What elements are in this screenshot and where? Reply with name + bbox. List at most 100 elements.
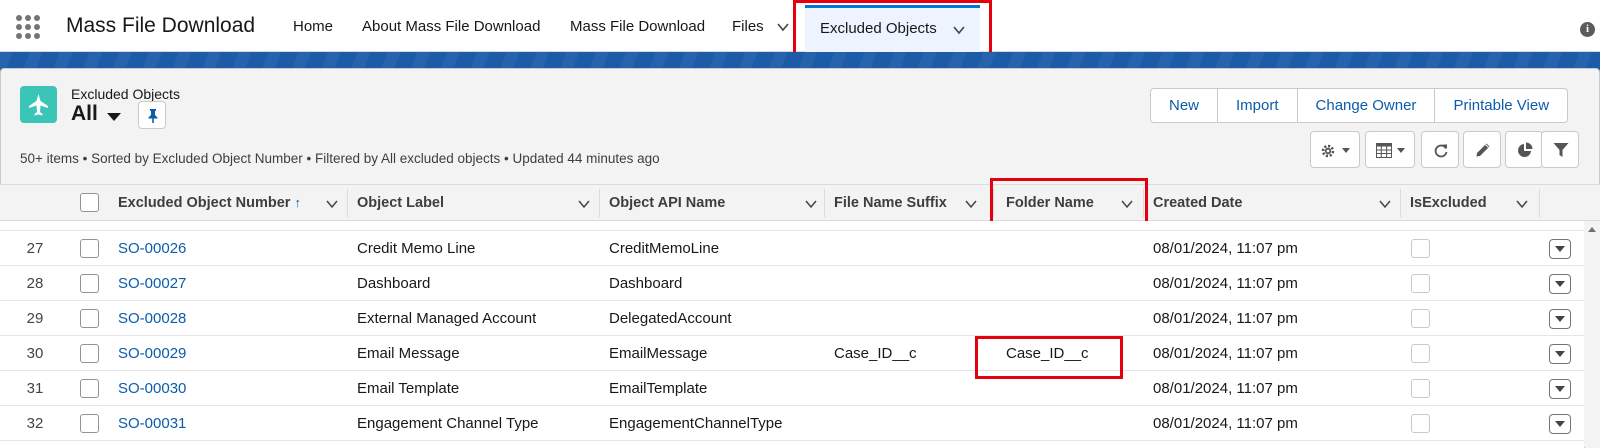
created-date-cell: 08/01/2024, 11:07 pm bbox=[1153, 380, 1298, 397]
row-select-checkbox[interactable] bbox=[80, 309, 99, 328]
object-api-name-cell: Dashboard bbox=[609, 275, 683, 292]
pin-icon bbox=[148, 109, 158, 123]
object-api-name-cell: EmailMessage bbox=[609, 345, 708, 362]
column-divider[interactable] bbox=[347, 189, 348, 217]
nav-item-mass-file-download[interactable]: Mass File Download bbox=[570, 0, 705, 52]
refresh-icon bbox=[1434, 144, 1448, 158]
row-number: 29 bbox=[26, 310, 44, 327]
new-button[interactable]: New bbox=[1151, 89, 1219, 122]
object-label-cell: Credit Memo Invoice Applicati... bbox=[357, 221, 592, 231]
table-row: 32 SO-00031 Engagement Channel Type Enga… bbox=[0, 406, 1584, 441]
change-owner-button[interactable]: Change Owner bbox=[1298, 89, 1436, 122]
object-api-name-cell: DelegatedAccount bbox=[609, 310, 732, 327]
pie-chart-icon bbox=[1518, 142, 1533, 157]
column-header-isexcluded[interactable]: IsExcluded bbox=[1410, 185, 1487, 221]
excluded-object-number-link[interactable]: SO-00026 bbox=[118, 231, 186, 266]
scroll-up-arrow-icon[interactable] bbox=[1588, 227, 1596, 232]
created-date-cell: 08/01/2024, 11:07 pm bbox=[1153, 221, 1298, 231]
column-header-object-api-name[interactable]: Object API Name bbox=[609, 185, 725, 221]
table-icon bbox=[1376, 143, 1392, 158]
row-number: 31 bbox=[26, 380, 44, 397]
column-divider[interactable] bbox=[824, 189, 825, 217]
column-menu-chevron-icon[interactable] bbox=[325, 197, 339, 211]
row-select-checkbox[interactable] bbox=[80, 414, 99, 433]
row-number: 28 bbox=[26, 275, 44, 292]
column-divider[interactable] bbox=[1539, 189, 1540, 217]
import-button[interactable]: Import bbox=[1218, 89, 1298, 122]
column-divider[interactable] bbox=[599, 189, 600, 217]
object-api-name-cell: EngagementChannelType bbox=[609, 415, 783, 432]
excluded-objects-object-icon bbox=[20, 86, 57, 123]
excluded-object-number-link[interactable]: SO-00027 bbox=[118, 266, 186, 301]
row-number: 32 bbox=[26, 415, 44, 432]
info-icon[interactable]: i bbox=[1580, 22, 1595, 37]
row-select-checkbox[interactable] bbox=[80, 344, 99, 363]
column-header-file-name-suffix[interactable]: File Name Suffix bbox=[834, 185, 947, 221]
column-menu-chevron-icon[interactable] bbox=[804, 197, 818, 211]
highlight-box-nav-tab bbox=[793, 0, 992, 60]
row-action-menu-button[interactable] bbox=[1549, 344, 1571, 364]
column-header-object-label[interactable]: Object Label bbox=[357, 185, 444, 221]
nav-item-home[interactable]: Home bbox=[293, 0, 333, 52]
row-select-checkbox[interactable] bbox=[80, 274, 99, 293]
printable-view-button[interactable]: Printable View bbox=[1435, 89, 1567, 122]
app-launcher-icon[interactable] bbox=[16, 15, 40, 39]
row-select-checkbox[interactable] bbox=[80, 379, 99, 398]
column-divider[interactable] bbox=[1400, 189, 1401, 217]
isexcluded-checkbox bbox=[1411, 344, 1430, 363]
row-number: 27 bbox=[26, 240, 44, 257]
table-row-partial: 26 SO-00025 Credit Memo Invoice Applicat… bbox=[0, 221, 1584, 231]
list-view-settings-button[interactable] bbox=[1310, 131, 1360, 168]
excluded-object-number-link[interactable]: SO-00031 bbox=[118, 406, 186, 441]
column-menu-chevron-icon[interactable] bbox=[964, 197, 978, 211]
column-header-created-date[interactable]: Created Date bbox=[1153, 185, 1242, 221]
column-menu-chevron-icon[interactable] bbox=[577, 197, 591, 211]
charts-button[interactable] bbox=[1505, 131, 1543, 168]
object-api-name-cell: CreditMemoInvApplication bbox=[609, 221, 784, 231]
excluded-object-number-link[interactable]: SO-00028 bbox=[118, 301, 186, 336]
display-as-button[interactable] bbox=[1365, 131, 1415, 168]
row-action-menu-button[interactable] bbox=[1549, 414, 1571, 434]
row-action-menu-button[interactable] bbox=[1549, 239, 1571, 259]
column-menu-chevron-icon[interactable] bbox=[1378, 197, 1392, 211]
excluded-object-number-link[interactable]: SO-00029 bbox=[118, 336, 186, 371]
nav-item-about[interactable]: About Mass File Download bbox=[362, 0, 540, 52]
isexcluded-checkbox bbox=[1411, 309, 1430, 328]
object-label-cell: Email Message bbox=[357, 345, 460, 362]
column-header-excluded-object-number[interactable]: Excluded Object Number ↑ bbox=[118, 185, 301, 221]
table-scrollbar[interactable] bbox=[1585, 221, 1600, 448]
excluded-object-number-link[interactable]: SO-00030 bbox=[118, 371, 186, 406]
excluded-object-number-link[interactable]: SO-00025 bbox=[118, 221, 186, 231]
row-action-menu-button[interactable] bbox=[1549, 274, 1571, 294]
isexcluded-checkbox bbox=[1411, 379, 1430, 398]
filters-button[interactable] bbox=[1541, 131, 1579, 168]
inline-edit-button[interactable] bbox=[1463, 131, 1501, 168]
object-api-name-cell: EmailTemplate bbox=[609, 380, 708, 397]
pin-list-view-button[interactable] bbox=[138, 101, 166, 129]
row-select-checkbox[interactable] bbox=[80, 239, 99, 258]
isexcluded-checkbox bbox=[1411, 414, 1430, 433]
list-view-name[interactable]: All bbox=[71, 102, 98, 126]
file-name-suffix-cell: Case_ID__c bbox=[834, 345, 917, 362]
object-label-cell: Engagement Channel Type bbox=[357, 415, 539, 432]
select-all-checkbox[interactable] bbox=[80, 193, 99, 212]
files-chevron-down-icon[interactable] bbox=[776, 20, 790, 34]
object-name: Excluded Objects bbox=[71, 86, 180, 102]
object-label-cell: Dashboard bbox=[357, 275, 431, 292]
isexcluded-checkbox bbox=[1411, 274, 1430, 293]
list-view-picker-caret-icon[interactable] bbox=[107, 113, 121, 121]
created-date-cell: 08/01/2024, 11:07 pm bbox=[1153, 345, 1298, 362]
table-row: 31 SO-00030 Email Template EmailTemplate… bbox=[0, 371, 1584, 406]
refresh-button[interactable] bbox=[1421, 131, 1459, 168]
nav-item-files[interactable]: Files bbox=[732, 0, 764, 52]
isexcluded-checkbox bbox=[1411, 239, 1430, 258]
row-number: 26 bbox=[15, 221, 55, 231]
chevron-down-icon bbox=[1342, 148, 1350, 153]
row-action-menu-button[interactable] bbox=[1549, 309, 1571, 329]
table-row: 28 SO-00027 Dashboard Dashboard 08/01/20… bbox=[0, 266, 1584, 301]
highlight-box-folder-name-cell bbox=[975, 336, 1123, 379]
object-label-cell: External Managed Account bbox=[357, 310, 537, 327]
row-action-menu-button[interactable] bbox=[1549, 379, 1571, 399]
table-body: 26 SO-00025 Credit Memo Invoice Applicat… bbox=[0, 221, 1584, 448]
column-menu-chevron-icon[interactable] bbox=[1515, 197, 1529, 211]
